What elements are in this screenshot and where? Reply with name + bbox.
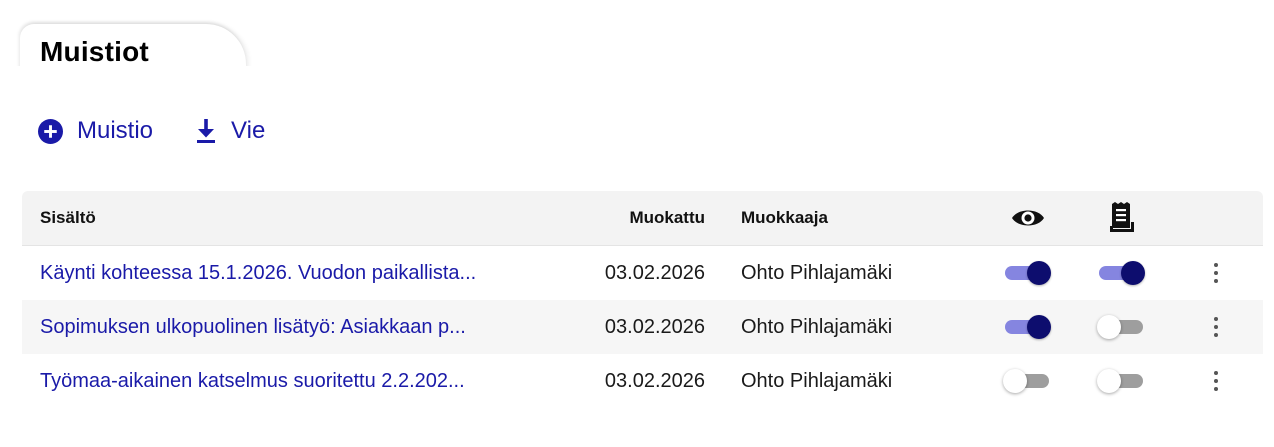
- header-editor[interactable]: Muokkaaja: [741, 191, 828, 245]
- print-toggle[interactable]: [1099, 260, 1145, 286]
- memo-content-link[interactable]: Sopimuksen ulkopuolinen lisätyö: Asiakka…: [40, 300, 466, 354]
- visibility-toggle[interactable]: [1003, 368, 1051, 394]
- memo-editor: Ohto Pihlajamäki: [741, 261, 893, 284]
- table-row[interactable]: Sopimuksen ulkopuolinen lisätyö: Asiakka…: [22, 300, 1263, 354]
- plus-circle-icon: [38, 118, 63, 144]
- download-icon: [195, 118, 217, 144]
- more-vert-icon[interactable]: [1210, 259, 1222, 287]
- memo-modified: 03.02.2026: [604, 369, 705, 392]
- export-button[interactable]: Vie: [195, 117, 265, 145]
- page-title: Muistiot: [40, 36, 149, 67]
- memo-modified: 03.02.2026: [604, 261, 705, 284]
- table-header: Sisältö Muokattu Muokkaaja: [22, 191, 1263, 246]
- memo-editor: Ohto Pihlajamäki: [741, 369, 893, 392]
- more-vert-icon[interactable]: [1210, 313, 1222, 341]
- add-memo-button[interactable]: Muistio: [38, 117, 153, 145]
- more-vert-icon[interactable]: [1210, 367, 1222, 395]
- memo-content-link[interactable]: Käynti kohteessa 15.1.2026. Vuodon paika…: [40, 246, 476, 300]
- add-memo-label: Muistio: [77, 117, 154, 144]
- export-label: Vie: [231, 117, 266, 144]
- memos-table: Sisältö Muokattu Muokkaaja Käynti kohtee…: [22, 191, 1263, 408]
- table-row[interactable]: Käynti kohteessa 15.1.2026. Vuodon paika…: [22, 246, 1263, 300]
- receipt-icon: [1096, 191, 1148, 245]
- eye-icon: [1002, 191, 1054, 245]
- visibility-toggle[interactable]: [1005, 314, 1051, 340]
- header-modified[interactable]: Muokattu: [629, 191, 705, 245]
- header-content[interactable]: Sisältö: [40, 191, 96, 245]
- print-toggle[interactable]: [1097, 314, 1145, 340]
- visibility-toggle[interactable]: [1005, 260, 1051, 286]
- memo-editor: Ohto Pihlajamäki: [741, 315, 893, 338]
- action-bar: Muistio Vie: [38, 117, 265, 145]
- memo-content-link[interactable]: Työmaa-aikainen katselmus suoritettu 2.2…: [40, 354, 465, 408]
- print-toggle[interactable]: [1097, 368, 1145, 394]
- table-row[interactable]: Työmaa-aikainen katselmus suoritettu 2.2…: [22, 354, 1263, 408]
- memo-modified: 03.02.2026: [604, 315, 705, 338]
